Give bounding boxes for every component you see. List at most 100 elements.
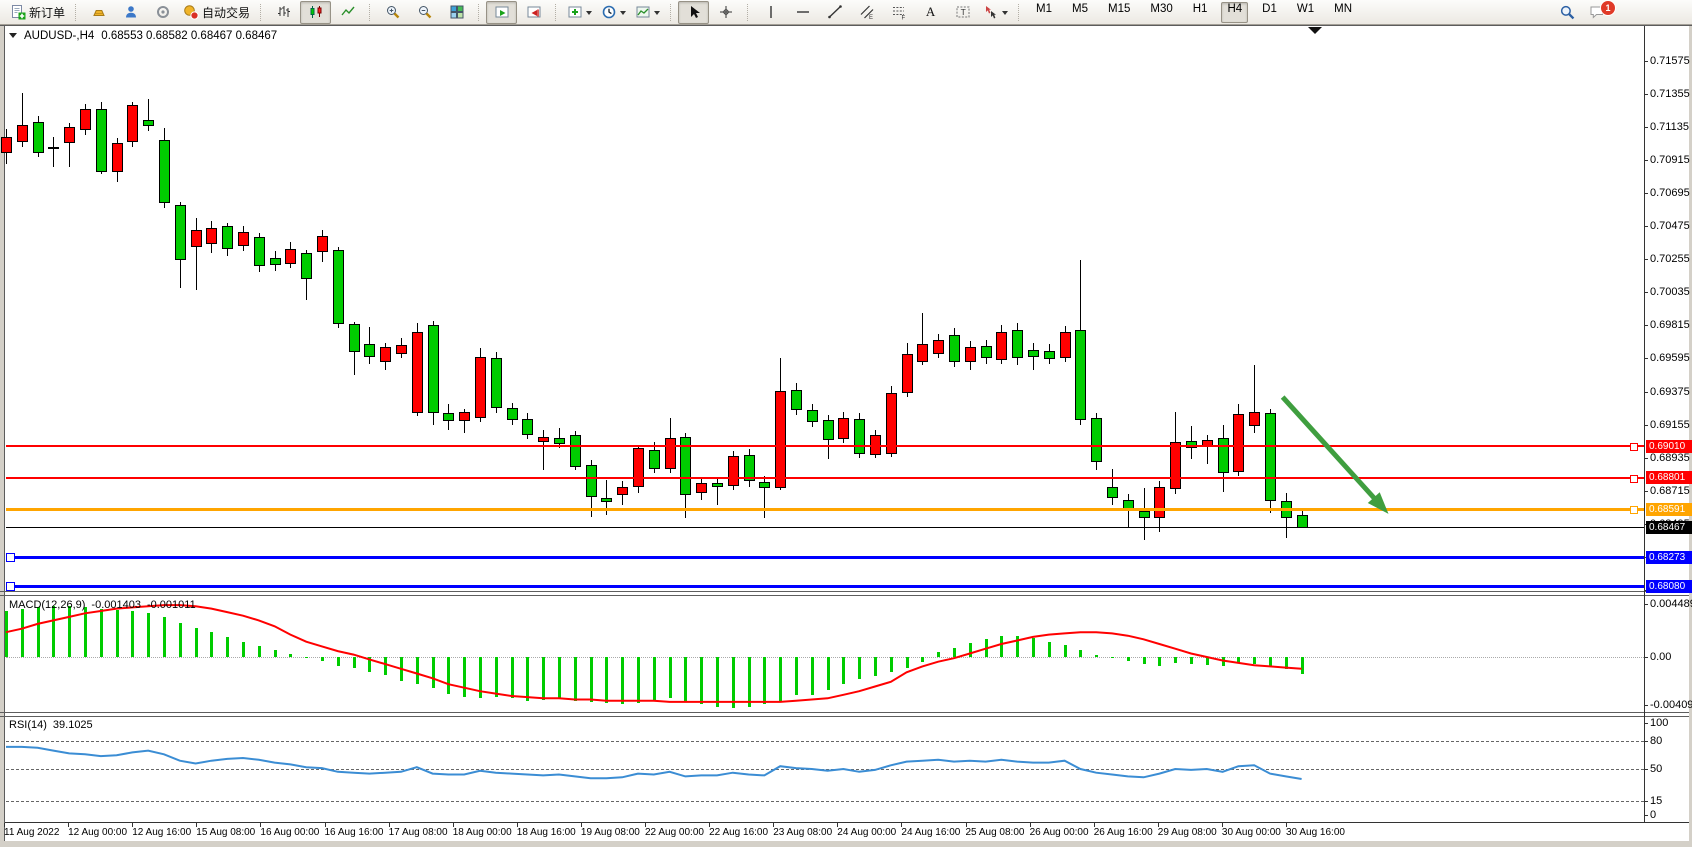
candlestick	[649, 450, 660, 469]
axis-tick	[1644, 723, 1648, 724]
macd-histogram-bar	[147, 613, 150, 657]
macd-histogram-bar	[1206, 657, 1209, 665]
candlestick	[1091, 418, 1102, 462]
horizontal-line-tool[interactable]	[787, 1, 818, 24]
candlestick	[459, 412, 470, 421]
price-axis-label: 0.70915	[1650, 154, 1690, 166]
bar-chart-button[interactable]	[268, 1, 299, 24]
text-label-tool[interactable]: T	[947, 1, 978, 24]
zoom-out-button[interactable]	[409, 1, 440, 24]
horizontal-line-object[interactable]	[6, 556, 1644, 559]
fibonacci-tool[interactable]: F	[883, 1, 914, 24]
timeframe-MN[interactable]: MN	[1328, 2, 1358, 23]
periods-dropdown[interactable]	[620, 11, 626, 18]
macd-histogram-bar	[558, 657, 561, 698]
timeframe-M30[interactable]: M30	[1144, 2, 1178, 23]
toolbar-separator	[555, 4, 557, 21]
macd-histogram-bar	[68, 606, 71, 657]
periods-button[interactable]	[597, 1, 630, 24]
macd-histogram-bar	[226, 637, 229, 657]
macd-histogram-bar	[637, 657, 640, 703]
axis-tick	[1644, 127, 1648, 128]
macd-histogram-bar	[842, 657, 845, 684]
rsi-line	[6, 747, 1302, 779]
price-axis-label: 0.70475	[1650, 220, 1690, 232]
arrow-objects-dropdown[interactable]	[1002, 11, 1008, 18]
panel-splitter[interactable]	[0, 716, 1689, 717]
time-axis-label: 15 Aug 08:00	[196, 827, 255, 838]
macd-histogram-bar	[258, 646, 261, 657]
candlestick	[601, 498, 612, 502]
trendline-tool[interactable]	[819, 1, 850, 24]
horizontal-line-object[interactable]	[6, 445, 1644, 447]
zoom-in-button[interactable]	[377, 1, 408, 24]
timeframe-M5[interactable]: M5	[1066, 2, 1094, 23]
time-axis-label: 16 Aug 16:00	[325, 827, 384, 838]
line-handle[interactable]	[1630, 475, 1638, 483]
macd-name: MACD(12,26,9)	[9, 599, 85, 611]
candlestick	[633, 448, 644, 487]
candlestick-chart-button[interactable]	[300, 1, 331, 24]
candlestick	[33, 122, 44, 153]
rsi-axis-label: 100	[1650, 717, 1668, 729]
chart-shift-button[interactable]	[518, 1, 549, 24]
line-handle[interactable]	[6, 553, 15, 562]
indicators-dropdown[interactable]	[586, 11, 592, 18]
new-order-button[interactable]: 新订单	[6, 1, 69, 24]
panel-splitter[interactable]	[0, 712, 1689, 713]
macd-histogram-bar	[748, 657, 751, 707]
line-handle[interactable]	[1630, 443, 1638, 451]
candlestick	[475, 357, 486, 418]
trend-arrow-line[interactable]	[1283, 397, 1379, 503]
timeframe-M15[interactable]: M15	[1102, 2, 1136, 23]
candlestick	[143, 120, 154, 126]
market-watch-button[interactable]	[147, 1, 178, 24]
templates-button[interactable]	[631, 1, 664, 24]
cursor-tool-button[interactable]	[678, 1, 709, 24]
auto-trading-button[interactable]: 自动交易	[179, 1, 254, 24]
line-handle[interactable]	[6, 582, 15, 591]
timeframe-H4[interactable]: H4	[1221, 2, 1248, 23]
timeframe-D1[interactable]: D1	[1256, 2, 1283, 23]
candlestick	[412, 332, 423, 413]
navigator-button[interactable]	[115, 1, 146, 24]
axis-tick	[1644, 705, 1648, 706]
panel-splitter[interactable]	[0, 595, 1689, 596]
macd-histogram-bar	[463, 657, 466, 697]
search-icon[interactable]	[1559, 4, 1576, 21]
navigator-icon	[123, 4, 139, 20]
macd-histogram-bar	[653, 657, 656, 701]
panel-splitter[interactable]	[0, 591, 1689, 592]
horizontal-line-object[interactable]	[6, 508, 1644, 511]
crosshair-tool-button[interactable]	[710, 1, 741, 24]
indicators-button[interactable]	[563, 1, 596, 24]
candlestick	[380, 347, 391, 362]
timeframe-W1[interactable]: W1	[1291, 2, 1320, 23]
horizontal-line-object[interactable]	[6, 527, 1644, 528]
line-chart-button[interactable]	[332, 1, 363, 24]
time-axis-label: 18 Aug 00:00	[453, 827, 512, 838]
vertical-line-tool[interactable]	[755, 1, 786, 24]
equidistant-channel-tool[interactable]: E	[851, 1, 882, 24]
timeframe-H1[interactable]: H1	[1187, 2, 1214, 23]
notification-badge: 1	[1600, 0, 1616, 16]
timeframe-M1[interactable]: M1	[1030, 2, 1058, 23]
macd-histogram-bar	[289, 654, 292, 658]
chart-shift-marker-icon[interactable]	[1308, 27, 1322, 41]
chat-button[interactable]: 1	[1588, 4, 1606, 20]
horizontal-line-object[interactable]	[6, 477, 1644, 479]
line-handle[interactable]	[1630, 506, 1638, 514]
auto-scroll-icon	[494, 4, 510, 20]
time-axis-label: 12 Aug 16:00	[132, 827, 191, 838]
horizontal-line-object[interactable]	[6, 585, 1644, 588]
macd-axis-label: 0.00	[1650, 651, 1671, 663]
rsi-axis-label: 80	[1650, 735, 1662, 747]
text-tool[interactable]: A	[915, 1, 946, 24]
quotes-button[interactable]	[83, 1, 114, 24]
chart-menu-icon[interactable]	[9, 33, 17, 42]
auto-scroll-button[interactable]	[486, 1, 517, 24]
templates-dropdown[interactable]	[654, 11, 660, 18]
arrow-objects-tool[interactable]	[979, 1, 1012, 24]
tile-windows-button[interactable]	[441, 1, 472, 24]
candlestick	[522, 419, 533, 435]
